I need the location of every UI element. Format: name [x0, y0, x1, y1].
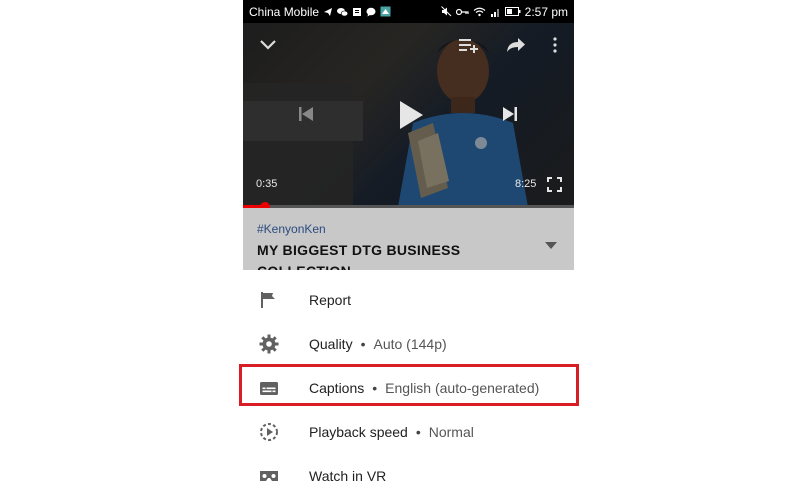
menu-item-label: Watch in VR — [309, 468, 387, 484]
captions-highlight-box — [239, 364, 579, 406]
menu-item-playback-speed[interactable]: Playback speed • Normal — [243, 410, 574, 454]
mute-icon — [440, 6, 451, 17]
menu-item-report[interactable]: Report — [243, 278, 574, 322]
flag-icon — [261, 292, 275, 308]
clock: 2:57 pm — [524, 4, 568, 19]
menu-item-label: Playback speed — [309, 424, 408, 440]
vr-headset-icon — [260, 471, 278, 481]
play-icon[interactable] — [397, 99, 425, 131]
add-to-playlist-icon[interactable] — [458, 36, 480, 54]
share-icon[interactable] — [506, 37, 526, 53]
current-time: 0:35 — [256, 178, 278, 190]
hashtag-link[interactable]: #KenyonKen — [257, 222, 326, 236]
next-icon[interactable] — [501, 105, 519, 123]
signal-icon — [490, 8, 499, 17]
message-icon — [366, 7, 376, 16]
gear-icon — [259, 334, 279, 354]
expand-description-icon[interactable] — [545, 242, 557, 249]
battery-icon — [504, 7, 521, 16]
video-info-panel: #KenyonKen MY BIGGEST DTG BUSINESS COLLE… — [243, 208, 574, 279]
playback-speed-value: Normal — [428, 424, 474, 440]
total-duration: 8:25 — [515, 178, 537, 190]
wechat-icon — [337, 7, 349, 16]
carrier-label: China Mobile — [249, 4, 320, 19]
minimize-chevron-icon[interactable] — [259, 38, 277, 52]
menu-item-label: Quality — [309, 336, 353, 352]
menu-item-watch-in-vr[interactable]: Watch in VR — [243, 454, 574, 493]
phone-screen: China Mobile 2:57 pm 0:35 8:25 #KenyonKe… — [243, 0, 574, 493]
app-icon — [380, 6, 391, 17]
previous-icon[interactable] — [297, 105, 315, 123]
notification-icon — [353, 7, 362, 16]
menu-item-quality[interactable]: Quality • Auto (144p) — [243, 322, 574, 366]
playback-speed-icon — [260, 423, 278, 441]
status-bar: China Mobile 2:57 pm — [243, 0, 574, 23]
key-icon — [455, 8, 469, 15]
telegram-icon — [324, 7, 333, 16]
video-player[interactable]: 0:35 8:25 — [243, 23, 574, 207]
wifi-icon — [473, 7, 486, 16]
more-options-icon[interactable] — [552, 37, 558, 53]
separator-dot: • — [415, 424, 421, 440]
quality-value: Auto (144p) — [373, 336, 447, 352]
separator-dot: • — [360, 336, 366, 352]
fullscreen-icon[interactable] — [547, 177, 562, 192]
menu-item-label: Report — [309, 292, 352, 308]
